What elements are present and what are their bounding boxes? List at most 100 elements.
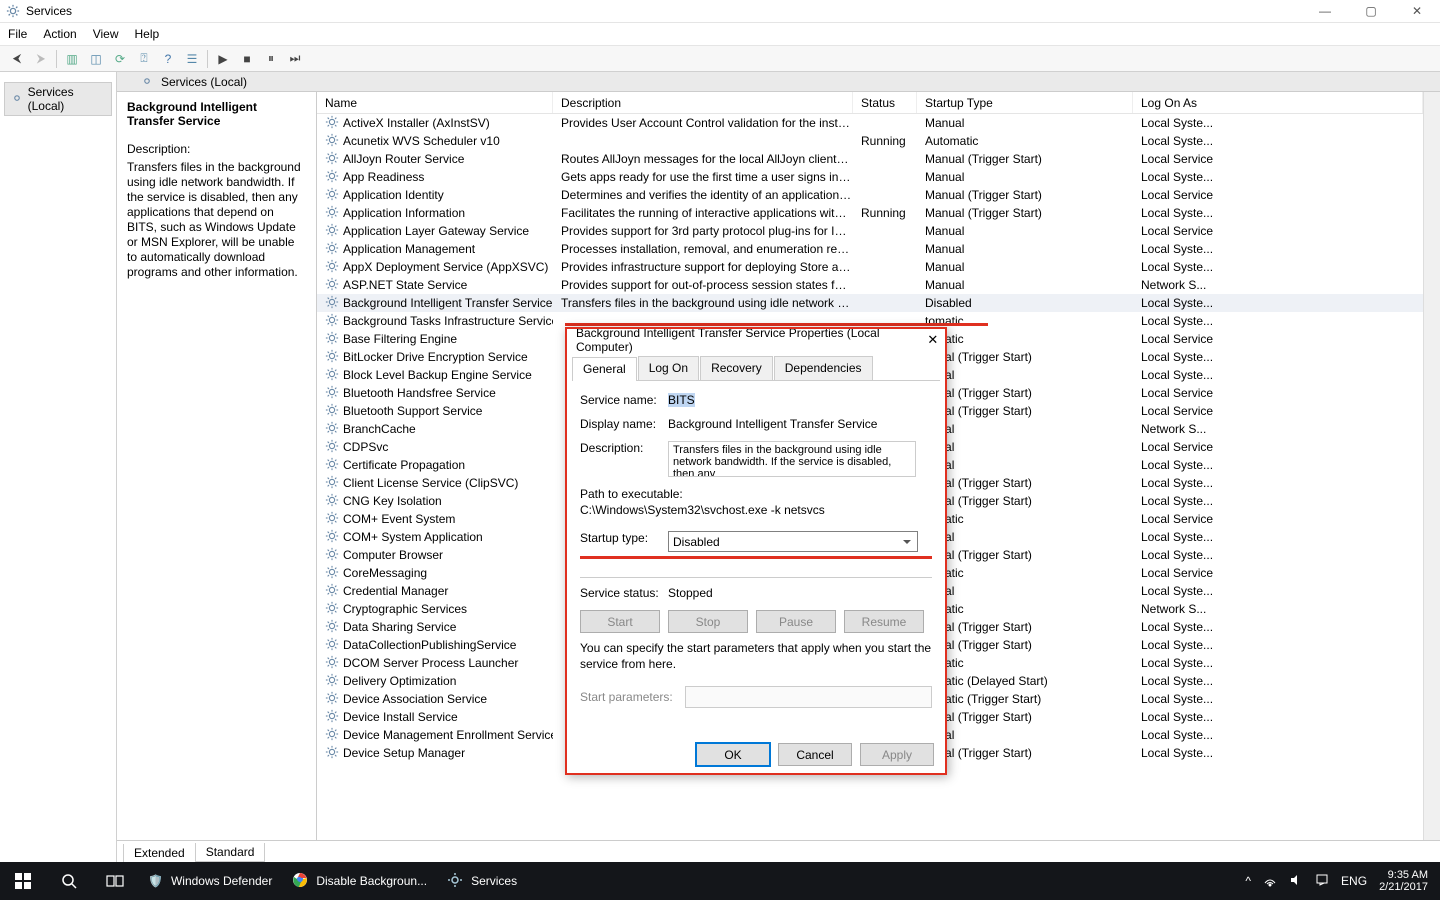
taskbar-app-label: Disable Backgroun... xyxy=(316,874,427,888)
tray-language[interactable]: ENG xyxy=(1341,874,1367,888)
gear-icon xyxy=(325,169,339,186)
service-logon: Local Syste... xyxy=(1133,134,1423,148)
col-startup[interactable]: Startup Type xyxy=(917,92,1133,113)
col-status[interactable]: Status xyxy=(853,92,917,113)
tray-date: 2/21/2017 xyxy=(1379,881,1428,893)
service-row[interactable]: Application InformationFacilitates the r… xyxy=(317,204,1423,222)
service-startup: Manual xyxy=(917,116,1133,130)
service-logon: Local Syste... xyxy=(1133,170,1423,184)
service-row[interactable]: AllJoyn Router ServiceRoutes AllJoyn mes… xyxy=(317,150,1423,168)
minimize-button[interactable]: — xyxy=(1302,0,1348,23)
service-name: Device Association Service xyxy=(343,692,487,706)
service-row[interactable]: Background Intelligent Transfer ServiceT… xyxy=(317,294,1423,312)
service-startup: anual (Trigger Start) xyxy=(917,638,1133,652)
service-logon: Local Syste... xyxy=(1133,746,1423,760)
menu-view[interactable]: View xyxy=(93,27,119,41)
menu-file[interactable]: File xyxy=(8,27,27,41)
service-logon: Local Syste... xyxy=(1133,548,1423,562)
pause-button[interactable]: Pause xyxy=(756,610,836,633)
service-name: CoreMessaging xyxy=(343,566,427,580)
stop-button[interactable]: Stop xyxy=(668,610,748,633)
apply-button[interactable]: Apply xyxy=(860,743,934,766)
description-box[interactable]: Transfers files in the background using … xyxy=(668,441,916,477)
service-name: Application Layer Gateway Service xyxy=(343,224,529,238)
gear-icon xyxy=(325,187,339,204)
service-row[interactable]: ActiveX Installer (AxInstSV)Provides Use… xyxy=(317,114,1423,132)
toolbar-icon[interactable]: ⟳ xyxy=(109,48,131,70)
maximize-button[interactable]: ▢ xyxy=(1348,0,1394,23)
menu-help[interactable]: Help xyxy=(135,27,160,41)
tray-chevron-icon[interactable]: ^ xyxy=(1245,874,1251,888)
back-button[interactable]: ⮜ xyxy=(6,48,28,70)
service-name: Certificate Propagation xyxy=(343,458,465,472)
tab-log-on[interactable]: Log On xyxy=(638,356,699,380)
close-button[interactable]: ✕ xyxy=(1394,0,1440,23)
task-view-icon[interactable] xyxy=(92,862,138,900)
col-logon[interactable]: Log On As xyxy=(1133,92,1423,113)
service-row[interactable]: App ReadinessGets apps ready for use the… xyxy=(317,168,1423,186)
tab-recovery[interactable]: Recovery xyxy=(700,356,773,380)
toolbar-icon[interactable]: ⍰ xyxy=(133,48,155,70)
service-startup: anual (Trigger Start) xyxy=(917,746,1133,760)
service-logon: Local Syste... xyxy=(1133,350,1423,364)
service-row[interactable]: ASP.NET State ServiceProvides support fo… xyxy=(317,276,1423,294)
resume-button[interactable]: Resume xyxy=(844,610,924,633)
gear-icon xyxy=(325,547,339,564)
tree-node-services-local[interactable]: Services (Local) xyxy=(4,82,112,116)
tray-notifications-icon[interactable] xyxy=(1315,873,1329,890)
menu-action[interactable]: Action xyxy=(43,27,76,41)
tab-dependencies[interactable]: Dependencies xyxy=(774,356,873,380)
toolbar-icon[interactable]: ◫ xyxy=(85,48,107,70)
cancel-button[interactable]: Cancel xyxy=(778,743,852,766)
service-startup: anual xyxy=(917,584,1133,598)
service-name: Application Information xyxy=(343,206,465,220)
service-startup: tomatic (Trigger Start) xyxy=(917,692,1133,706)
col-name[interactable]: Name xyxy=(317,92,553,113)
startup-type-combobox[interactable]: Disabled xyxy=(668,531,918,552)
service-row[interactable]: Application IdentityDetermines and verif… xyxy=(317,186,1423,204)
vertical-scrollbar[interactable] xyxy=(1423,92,1440,840)
tray-network-icon[interactable] xyxy=(1263,873,1277,890)
tray-volume-icon[interactable] xyxy=(1289,873,1303,890)
service-row[interactable]: Application ManagementProcesses installa… xyxy=(317,240,1423,258)
service-name-value[interactable]: BITS xyxy=(668,393,695,407)
start-button[interactable]: Start xyxy=(580,610,660,633)
display-name-value: Background Intelligent Transfer Service xyxy=(668,417,932,431)
dialog-title: Background Intelligent Transfer Service … xyxy=(576,326,920,354)
gear-icon xyxy=(325,727,339,744)
stop-icon[interactable]: ■ xyxy=(236,48,258,70)
service-name: DCOM Server Process Launcher xyxy=(343,656,518,670)
gear-icon xyxy=(325,709,339,726)
dialog-close-button[interactable]: ✕ xyxy=(920,328,946,352)
gear-icon xyxy=(325,331,339,348)
tray-datetime[interactable]: 9:35 AM 2/21/2017 xyxy=(1379,869,1428,893)
service-row[interactable]: AppX Deployment Service (AppXSVC)Provide… xyxy=(317,258,1423,276)
search-icon[interactable] xyxy=(46,862,92,900)
start-button[interactable] xyxy=(0,862,46,900)
forward-button[interactable]: ⮞ xyxy=(30,48,52,70)
service-name: Device Install Service xyxy=(343,710,458,724)
service-row[interactable]: Application Layer Gateway ServiceProvide… xyxy=(317,222,1423,240)
toolbar-icon[interactable]: ▥ xyxy=(61,48,83,70)
taskbar-app-defender[interactable]: 🛡️ Windows Defender xyxy=(138,862,282,900)
taskbar-app-chrome[interactable]: Disable Backgroun... xyxy=(282,862,437,900)
service-row[interactable]: Acunetix WVS Scheduler v10RunningAutomat… xyxy=(317,132,1423,150)
tab-general[interactable]: General xyxy=(572,357,637,381)
toolbar-icon[interactable]: ☰ xyxy=(181,48,203,70)
taskbar-app-services[interactable]: Services xyxy=(437,862,527,900)
play-icon[interactable]: ▶ xyxy=(212,48,234,70)
ok-button[interactable]: OK xyxy=(696,743,770,766)
gear-icon xyxy=(325,259,339,276)
pause-icon[interactable]: ⏸ xyxy=(260,48,282,70)
restart-icon[interactable]: ⏭ xyxy=(284,48,306,70)
service-name: Bluetooth Support Service xyxy=(343,404,482,418)
service-name: Delivery Optimization xyxy=(343,674,456,688)
col-desc[interactable]: Description xyxy=(553,92,853,113)
service-startup: tomatic xyxy=(917,512,1133,526)
start-parameters-input[interactable] xyxy=(685,686,932,708)
help-icon[interactable]: ? xyxy=(157,48,179,70)
tab-standard[interactable]: Standard xyxy=(195,843,266,862)
chrome-icon xyxy=(292,872,308,891)
gear-icon xyxy=(325,637,339,654)
tab-extended[interactable]: Extended xyxy=(123,844,196,863)
